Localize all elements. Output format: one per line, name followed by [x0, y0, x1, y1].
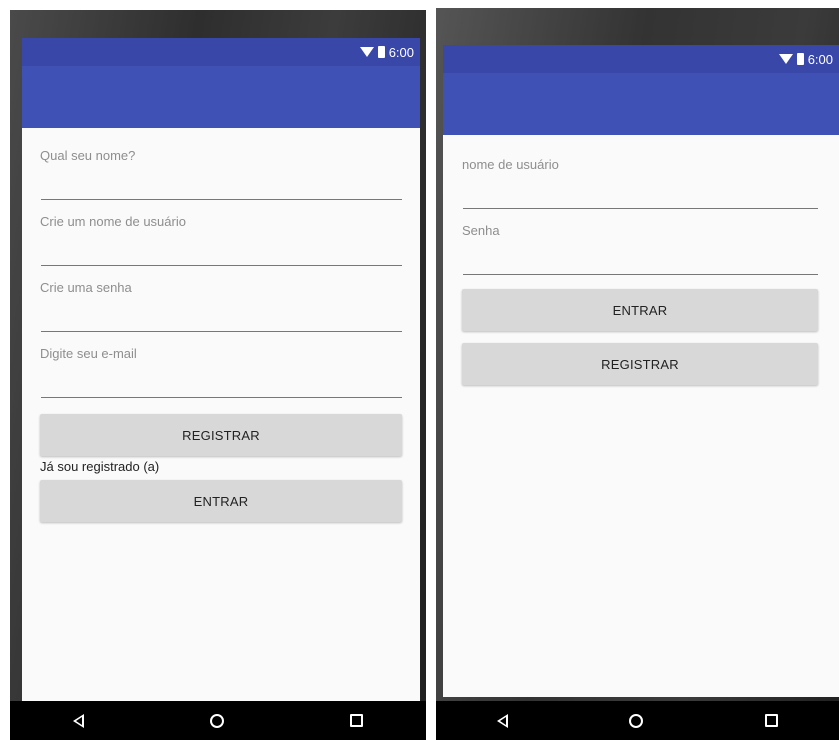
username-field[interactable]: Crie um nome de usuário — [40, 200, 402, 266]
login-button[interactable]: ENTRAR — [40, 480, 402, 522]
register-form: Qual seu nome? Crie um nome de usuário C… — [22, 128, 420, 701]
name-field[interactable]: Qual seu nome? — [40, 134, 402, 200]
home-icon[interactable] — [629, 713, 644, 728]
status-time: 6:00 — [388, 44, 414, 60]
login-form: nome de usuário Senha ENTRAR REGISTRAR — [443, 135, 839, 697]
register-button[interactable]: REGISTRAR — [462, 343, 818, 385]
email-field-underline — [41, 397, 402, 398]
register-screen: 6:00 Qual seu nome? Crie um nome de usuá… — [22, 38, 420, 701]
app-bar — [443, 73, 839, 135]
wifi-icon — [778, 54, 793, 64]
back-icon[interactable] — [73, 713, 84, 728]
username-input[interactable] — [462, 143, 818, 209]
app-bar — [22, 66, 420, 128]
password-input[interactable] — [40, 266, 402, 332]
navigation-bar — [10, 701, 426, 740]
already-registered-text: Já sou registrado (a) — [40, 459, 160, 474]
back-icon[interactable] — [496, 713, 508, 728]
password-field[interactable]: Senha — [462, 209, 818, 275]
username-field[interactable]: nome de usuário — [462, 143, 818, 209]
email-field[interactable]: Digite seu e-mail — [40, 332, 402, 398]
register-button[interactable]: REGISTRAR — [40, 414, 402, 456]
password-input[interactable] — [462, 209, 818, 275]
password-field[interactable]: Crie uma senha — [40, 266, 402, 332]
battery-icon — [796, 53, 804, 65]
email-input[interactable] — [40, 332, 402, 398]
battery-icon — [377, 46, 385, 58]
home-icon[interactable] — [210, 713, 224, 728]
login-button[interactable]: ENTRAR — [462, 289, 818, 331]
username-input[interactable] — [40, 200, 402, 266]
status-time: 6:00 — [807, 51, 833, 67]
wifi-icon — [359, 47, 374, 57]
login-screen: 6:00 nome de usuário Senha ENTRAR REGIST… — [443, 45, 839, 697]
recent-apps-icon[interactable] — [765, 714, 779, 727]
status-bar: 6:00 — [443, 45, 839, 73]
status-bar: 6:00 — [22, 38, 420, 66]
login-phone: 6:00 nome de usuário Senha ENTRAR REGIST… — [436, 8, 839, 740]
navigation-bar — [436, 701, 839, 740]
register-phone: 6:00 Qual seu nome? Crie um nome de usuá… — [10, 10, 426, 740]
password-field-underline — [463, 274, 818, 275]
recent-apps-icon[interactable] — [350, 714, 363, 727]
name-input[interactable] — [40, 134, 402, 200]
